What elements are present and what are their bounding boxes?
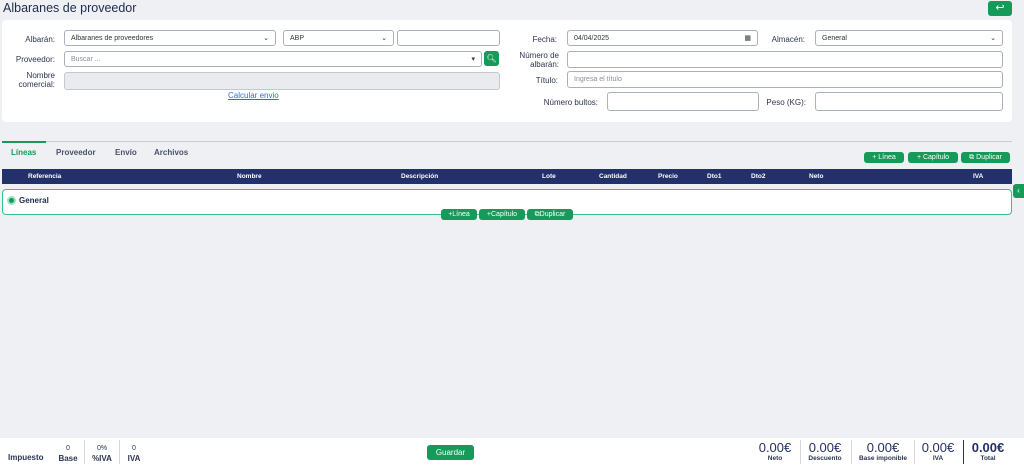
col-dto1: Dto1 xyxy=(707,173,722,180)
iva-value: 0 xyxy=(132,445,136,452)
albaran-label: Albarán: xyxy=(25,35,55,44)
duplicate-button[interactable]: ⧉ Duplicar xyxy=(961,152,1010,163)
back-button[interactable]: ↩ xyxy=(988,1,1012,16)
group-add-chapter-button[interactable]: +Capítulo xyxy=(479,209,525,220)
search-button[interactable]: 🔍︎ xyxy=(484,51,499,66)
tab-envio[interactable]: Envío xyxy=(115,148,137,157)
albaran-number-input[interactable] xyxy=(397,30,500,46)
add-line-button[interactable]: + Línea xyxy=(864,152,904,163)
peso-input[interactable] xyxy=(815,92,1003,111)
iva-label: IVA xyxy=(127,454,141,463)
total-iva: 0.00€ IVA xyxy=(921,440,955,462)
tab-proveedor[interactable]: Proveedor xyxy=(56,148,96,157)
bultos-label: Número bultos: xyxy=(543,98,598,107)
divider xyxy=(800,440,801,464)
col-lote: Lote xyxy=(542,173,556,180)
nombre-comercial-input xyxy=(64,72,500,90)
base-label: Base xyxy=(58,454,78,463)
numero-albaran-input[interactable] xyxy=(567,51,1003,68)
col-precio: Precio xyxy=(658,173,678,180)
piva-value: 0% xyxy=(96,445,108,452)
group-label: General xyxy=(19,196,49,205)
total-descuento: 0.00€ Descuento xyxy=(808,440,842,462)
peso-label: Peso (KG): xyxy=(766,98,806,107)
chevron-down-icon: ⌄ xyxy=(990,35,996,42)
impuesto-label: Impuesto xyxy=(8,453,44,462)
tab-archivos[interactable]: Archivos xyxy=(154,148,188,157)
divider xyxy=(851,440,852,464)
caret-down-icon: ▾ xyxy=(471,56,475,63)
tab-lineas[interactable]: Líneas xyxy=(11,148,36,157)
page-title: Albaranes de proveedor xyxy=(3,1,137,15)
proveedor-label: Proveedor: xyxy=(15,55,55,64)
bultos-input[interactable] xyxy=(607,92,759,111)
fecha-date-input[interactable]: 04/04/2025 ▦ xyxy=(567,30,758,46)
divider xyxy=(84,440,85,464)
chevron-left-icon: ‹ xyxy=(1017,186,1020,195)
save-button[interactable]: Guardar xyxy=(427,445,474,460)
total-neto: 0.00€ Neto xyxy=(758,440,792,462)
col-descripcion: Descripción xyxy=(401,173,439,180)
calendar-icon[interactable]: ▦ xyxy=(744,34,751,42)
col-dto2: Dto2 xyxy=(751,173,766,180)
col-neto: Neto xyxy=(809,173,824,180)
col-nombre: Nombre xyxy=(237,173,262,180)
side-panel-toggle[interactable]: ‹ xyxy=(1013,184,1024,198)
proveedor-search-select[interactable]: Buscar ... ▾ xyxy=(64,51,482,67)
lines-table-header: Referencia Nombre Descripción Lote Canti… xyxy=(2,169,1012,184)
divider xyxy=(119,440,120,464)
total-base-imponible: 0.00€ Base imponible xyxy=(858,440,908,462)
numero-albaran-label: Número de albarán: xyxy=(519,51,559,69)
nombre-comercial-label: Nombre comercial: xyxy=(18,71,55,89)
active-tab-indicator xyxy=(2,141,46,143)
col-cantidad: Cantidad xyxy=(599,173,627,180)
fecha-label: Fecha: xyxy=(532,35,557,44)
col-iva: IVA xyxy=(973,173,984,180)
add-chapter-button[interactable]: + Capítulo xyxy=(908,152,958,163)
almacen-label: Almacén: xyxy=(771,35,805,44)
calcular-envio-link[interactable]: Calcular envio xyxy=(228,91,279,100)
total-final: 0.00€ Total xyxy=(971,440,1005,462)
base-value: 0 xyxy=(66,445,70,452)
group-add-line-button[interactable]: +Línea xyxy=(441,209,477,220)
serie-select[interactable]: ABP ⌄ xyxy=(283,30,394,46)
back-arrow-icon: ↩ xyxy=(995,2,1005,14)
divider xyxy=(914,440,915,464)
tabs-divider xyxy=(2,141,1012,142)
albaran-type-select[interactable]: Albaranes de proveedores ⌄ xyxy=(64,30,276,46)
search-icon: 🔍︎ xyxy=(486,54,497,63)
piva-label: %IVA xyxy=(92,454,112,463)
chevron-down-icon: ⌄ xyxy=(263,35,269,42)
divider xyxy=(963,440,964,464)
titulo-input[interactable]: Ingresa el título xyxy=(567,71,1003,88)
col-referencia: Referencia xyxy=(28,173,62,180)
group-radio-icon[interactable] xyxy=(7,196,16,205)
titulo-label: Título: xyxy=(535,76,558,85)
almacen-select[interactable]: General ⌄ xyxy=(815,30,1003,46)
group-duplicate-button[interactable]: ⧉Duplicar xyxy=(527,209,573,220)
chevron-down-icon: ⌄ xyxy=(381,35,387,42)
